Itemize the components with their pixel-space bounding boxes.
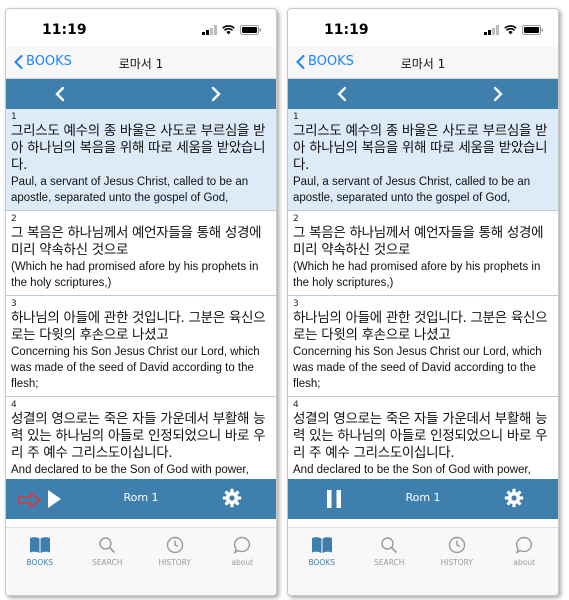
verse-korean-text: 성결의 영으로는 죽은 자들 가운데서 부활해 능력 있는 하나님의 아들로 인… [293,411,548,461]
next-chapter-icon[interactable] [492,86,504,102]
status-icons [202,25,262,35]
verse-korean-text: 그 복음은 하나님께서 예언자들을 통해 성경에 미리 약속하신 것으로 [11,225,262,258]
verse-korean-text: 그리스도 예수의 종 바울은 사도로 부르심을 받아 하나님의 복음을 위해 따… [11,123,266,173]
search-icon [381,537,398,554]
wifi-icon [504,25,517,35]
tab-bar: BOOKS SEARCH HISTORY about [6,527,276,595]
tab-books[interactable]: BOOKS [6,528,74,595]
verse-item[interactable]: 1 그리스도 예수의 종 바울은 사도로 부르심을 받아 하나님의 복음을 위해… [288,109,558,211]
status-bar: 11:19 [288,9,558,47]
chapter-title: 로마서 1 [118,57,164,71]
verse-number: 4 [11,400,17,410]
search-icon [99,537,116,554]
verse-english-text: And declared to be the Son of God with p… [11,464,249,476]
verse-list: 1 그리스도 예수의 종 바울은 사도로 부르심을 받아 하나님의 복음을 위해… [6,109,276,479]
tab-label: HISTORY [440,558,473,567]
tab-search[interactable]: SEARCH [356,528,424,595]
verse-number: 3 [11,299,17,309]
battery-icon [522,25,544,35]
verse-item[interactable]: 4 성결의 영으로는 죽은 자들 가운데서 부활해 능력 있는 하나님의 아들로… [6,397,276,479]
verse-item[interactable]: 2 그 복음은 하나님께서 예언자들을 통해 성경에 미리 약속하신 것으로 (… [288,211,558,296]
verse-korean-text: 하나님의 아들에 관한 것입니다. 그분은 육신으로는 다윗의 후손으로 나셨고 [11,310,266,343]
clock-icon [166,536,183,554]
verse-list: 1 그리스도 예수의 종 바울은 사도로 부르심을 받아 하나님의 복음을 위해… [288,109,558,479]
tab-about[interactable]: about [209,528,277,595]
previous-chapter-icon[interactable] [336,86,348,102]
gear-icon[interactable] [504,488,524,508]
verse-english-text: (Which he had promised afore by his prop… [11,261,259,289]
tab-about[interactable]: about [491,528,559,595]
clock-icon [448,536,465,554]
chat-bubble-icon [234,536,251,554]
wifi-icon [222,25,235,35]
gear-icon[interactable] [222,488,242,508]
tab-label: about [231,558,254,567]
navigation-bar: BOOKS 로마서 1 [6,47,276,79]
tab-label: about [513,558,536,567]
verse-english-text: Paul, a servant of Jesus Christ, called … [293,176,531,204]
verse-korean-text: 하나님의 아들에 관한 것입니다. 그분은 육신으로는 다윗의 후손으로 나셨고 [293,310,548,343]
tab-label: HISTORY [158,558,191,567]
verse-korean-text: 그 복음은 하나님께서 예언자들을 통해 성경에 미리 약속하신 것으로 [293,225,544,258]
verse-number: 2 [11,214,17,224]
book-icon [311,537,332,553]
book-icon [29,537,50,553]
verse-number: 4 [293,400,299,410]
status-bar: 11:19 [6,9,276,47]
cellular-signal-icon [484,25,499,35]
tab-search[interactable]: SEARCH [74,528,142,595]
previous-chapter-icon[interactable] [54,86,66,102]
tab-label: SEARCH [92,558,123,567]
tab-books[interactable]: BOOKS [288,528,356,595]
status-icons [484,25,544,35]
navigation-bar: BOOKS 로마서 1 [288,47,558,79]
status-time: 11:19 [324,22,369,38]
battery-icon [240,25,262,35]
verse-item[interactable]: 2 그 복음은 하나님께서 예언자들을 통해 성경에 미리 약속하신 것으로 (… [6,211,276,296]
tab-history[interactable]: HISTORY [423,528,491,595]
verse-number: 2 [293,214,299,224]
tab-label: BOOKS [308,558,336,567]
verse-number: 1 [293,112,299,122]
tab-history[interactable]: HISTORY [141,528,209,595]
tab-label: BOOKS [26,558,54,567]
chapter-navigation-bar [288,79,558,109]
verse-english-text: And declared to be the Son of God with p… [293,464,531,476]
chat-bubble-icon [516,536,533,554]
next-chapter-icon[interactable] [210,86,222,102]
verse-english-text: Concerning his Son Jesus Christ our Lord… [11,346,260,390]
status-time: 11:19 [42,22,87,38]
verse-number: 1 [11,112,17,122]
verse-item[interactable]: 1 그리스도 예수의 종 바울은 사도로 부르심을 받아 하나님의 복음을 위해… [6,109,276,211]
verse-english-text: Paul, a servant of Jesus Christ, called … [11,176,249,204]
verse-number: 3 [293,299,299,309]
cellular-signal-icon [202,25,217,35]
verse-item[interactable]: 3 하나님의 아들에 관한 것입니다. 그분은 육신으로는 다윗의 후손으로 나… [288,296,558,397]
verse-item[interactable]: 3 하나님의 아들에 관한 것입니다. 그분은 육신으로는 다윗의 후손으로 나… [6,296,276,397]
audio-player-bar: Rom 1 [288,479,558,519]
verse-item[interactable]: 4 성결의 영으로는 죽은 자들 가운데서 부활해 능력 있는 하나님의 아들로… [288,397,558,479]
phone-screen-left: 11:19 BOOKS 로마서 1 1 그리스도 예수의 종 바울은 사도로 부… [5,8,277,596]
verse-korean-text: 성결의 영으로는 죽은 자들 가운데서 부활해 능력 있는 하나님의 아들로 인… [11,411,266,461]
verse-english-text: (Which he had promised afore by his prop… [293,261,541,289]
chapter-title: 로마서 1 [400,57,446,71]
verse-korean-text: 그리스도 예수의 종 바울은 사도로 부르심을 받아 하나님의 복음을 위해 따… [293,123,548,173]
phone-screen-right: 11:19 BOOKS 로마서 1 1 그리스도 예수의 종 바울은 사도로 부… [287,8,559,596]
chapter-navigation-bar [6,79,276,109]
tab-label: SEARCH [374,558,405,567]
tab-bar: BOOKS SEARCH HISTORY about [288,527,558,595]
audio-player-bar: Rom 1 [6,479,276,519]
verse-english-text: Concerning his Son Jesus Christ our Lord… [293,346,542,390]
